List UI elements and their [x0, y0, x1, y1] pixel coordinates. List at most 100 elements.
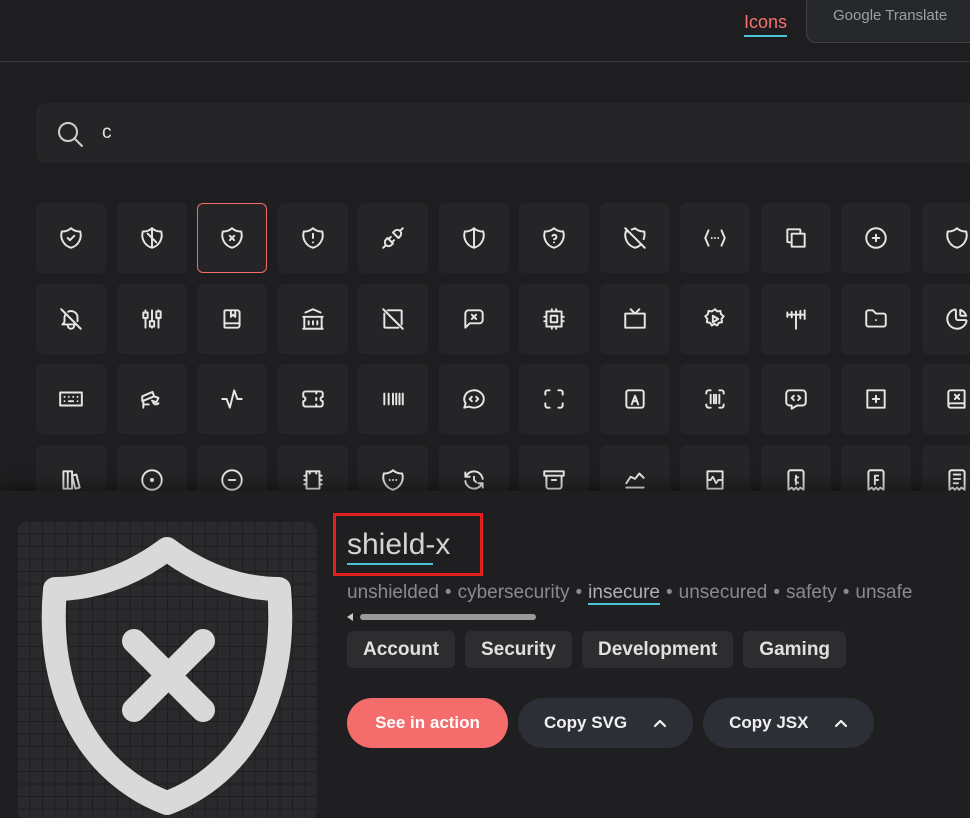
tag-separator: •	[665, 582, 673, 603]
folder-dot-icon	[865, 309, 887, 328]
category-development[interactable]: Development	[581, 631, 734, 668]
device-off-icon	[382, 308, 404, 330]
icon-tile-ticket[interactable]	[278, 364, 348, 434]
search-bar[interactable]	[36, 103, 970, 163]
icon-tile-copy[interactable]	[761, 203, 831, 273]
icon-tile-cctv[interactable]	[117, 364, 187, 434]
book-x-icon	[947, 389, 966, 409]
tag-unshielded[interactable]: unshielded	[347, 582, 439, 603]
icon-tile-shield-question[interactable]	[519, 203, 589, 273]
icon-tile-shield-exclamation[interactable]	[278, 203, 348, 273]
building-bank-icon	[302, 308, 324, 330]
icon-tile-shield-check[interactable]	[36, 203, 106, 273]
copy-svg-label: Copy SVG	[544, 713, 628, 732]
tag-cybersecurity[interactable]: cybersecurity	[458, 582, 570, 603]
search-icon	[58, 122, 83, 147]
books-icon	[62, 470, 81, 490]
scroll-left-icon[interactable]	[347, 613, 353, 621]
icon-tile-shield-x[interactable]	[197, 203, 267, 273]
receipt-franc-icon	[867, 469, 885, 491]
category-list: Account Security Development Gaming	[347, 631, 847, 668]
icon-tile-bookmark-book[interactable]	[197, 284, 267, 354]
icon-tile-shield[interactable]	[922, 203, 970, 273]
icon-tile-chart-candle[interactable]	[117, 284, 187, 354]
shield-off-icon	[624, 227, 646, 249]
scrollbar-thumb[interactable]	[360, 614, 536, 620]
icon-preview	[17, 521, 317, 818]
icon-tile-device-off[interactable]	[358, 284, 428, 354]
square-plus-icon	[866, 389, 886, 409]
tags-scrollbar[interactable]	[347, 613, 547, 621]
shield-half-icon	[141, 227, 163, 249]
icon-tile-device-tv[interactable]	[600, 284, 670, 354]
tag-insecure[interactable]: insecure	[588, 582, 660, 605]
icon-tile-address-book[interactable]	[600, 364, 670, 434]
copy-jsx-button[interactable]: Copy JSX	[703, 698, 875, 748]
circle-dot-icon	[141, 469, 163, 491]
category-gaming[interactable]: Gaming	[743, 631, 847, 668]
icon-tile-chart-pie[interactable]	[922, 284, 970, 354]
film-icon	[303, 470, 323, 490]
icon-tile-activity[interactable]	[197, 364, 267, 434]
chevron-up-icon[interactable]	[653, 718, 667, 728]
icon-tile-antenna[interactable]	[761, 284, 831, 354]
antenna-icon	[786, 309, 806, 330]
bell-off-icon	[60, 308, 82, 330]
chart-candle-icon	[142, 309, 162, 329]
barcode-icon	[383, 392, 404, 406]
icon-tile-shield-off[interactable]	[600, 203, 670, 273]
icon-tile-book-x[interactable]	[922, 364, 970, 434]
icon-tile-plug-connected[interactable]	[358, 203, 428, 273]
icon-tile-cpu[interactable]	[519, 284, 589, 354]
icon-tile-scan[interactable]	[680, 364, 750, 434]
shield-question-icon	[543, 227, 565, 249]
icon-tile-settings-play[interactable]	[680, 284, 750, 354]
icon-tile-shield-half-vertical[interactable]	[439, 203, 509, 273]
activity-icon	[221, 389, 243, 409]
icon-tile-circle-plus[interactable]	[841, 203, 911, 273]
settings-play-icon	[704, 308, 725, 327]
icon-tile-barcode[interactable]	[358, 364, 428, 434]
plug-connected-icon	[382, 227, 404, 249]
icon-tile-code-dots[interactable]	[680, 203, 750, 273]
icon-tile-building-bank[interactable]	[278, 284, 348, 354]
tag-separator: •	[575, 582, 583, 603]
chart-pie-icon	[946, 308, 968, 330]
message-x-icon	[464, 309, 484, 329]
ticket-icon	[302, 390, 324, 408]
icon-tile-shield-half[interactable]	[117, 203, 187, 273]
icon-tile-square-plus[interactable]	[841, 364, 911, 434]
icon-tile-message-code-square[interactable]	[761, 364, 831, 434]
search-input[interactable]	[102, 119, 502, 147]
nav-link-icons[interactable]: Icons	[744, 12, 788, 37]
icon-tile-frame[interactable]	[519, 364, 589, 434]
chart-line-icon	[625, 472, 645, 489]
receipt-icon	[948, 469, 966, 491]
tag-unsafe[interactable]: unsafe	[855, 582, 912, 603]
chevron-up-icon[interactable]	[834, 718, 848, 728]
report-pulse-icon	[706, 470, 724, 490]
device-tv-icon	[624, 308, 646, 329]
icon-browser-page: Icons Google Translate shield-x unshield…	[0, 0, 970, 818]
tag-separator: •	[444, 582, 452, 603]
category-account[interactable]: Account	[347, 631, 455, 668]
icon-tile-message-x[interactable]	[439, 284, 509, 354]
tag-unsecured[interactable]: unsecured	[679, 582, 768, 603]
circle-plus-icon	[865, 227, 887, 249]
tag-separator: •	[842, 582, 850, 603]
scan-icon	[705, 389, 725, 409]
tag-safety[interactable]: safety	[786, 582, 837, 603]
icon-tile-folder-dot[interactable]	[841, 284, 911, 354]
circle-minus-icon	[221, 469, 243, 491]
icon-tile-bell-off[interactable]	[36, 284, 106, 354]
icon-tile-keyboard[interactable]	[36, 364, 106, 434]
icon-title: shield-x	[347, 528, 451, 561]
see-in-action-button[interactable]: See in action	[347, 698, 508, 748]
google-translate-popup[interactable]: Google Translate	[806, 0, 970, 43]
icon-tile-message-code[interactable]	[439, 364, 509, 434]
code-dots-icon	[704, 229, 726, 247]
tag-separator: •	[773, 582, 781, 603]
shield-x-icon	[221, 227, 243, 249]
copy-svg-button[interactable]: Copy SVG	[518, 698, 694, 748]
category-security[interactable]: Security	[465, 631, 572, 668]
